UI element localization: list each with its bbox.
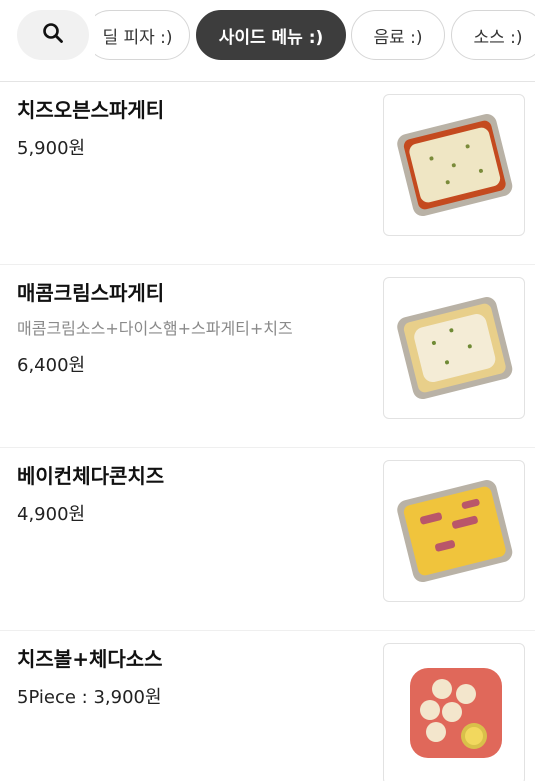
menu-item[interactable]: 베이컨체다콘치즈 4,900원	[0, 448, 535, 631]
tab-label: 사이드 메뉴 :)	[218, 27, 324, 48]
menu-item[interactable]: 치즈오븐스파게티 5,900원	[0, 82, 535, 265]
menu-item-name: 매콤크림스파게티	[17, 281, 165, 305]
tab-label: 딜 피자 :)	[102, 27, 173, 48]
spicy-cream-spaghetti-tray-image	[383, 277, 525, 419]
menu-item-price: 5,900원	[17, 138, 86, 159]
cheese-oven-spaghetti-tray-image	[383, 94, 525, 236]
tab-pizza[interactable]: 딜 피자 :)	[95, 10, 190, 60]
menu-item-name: 치즈볼+체다소스	[17, 647, 163, 671]
cheese-balls-plate-image	[383, 643, 525, 781]
menu-item[interactable]: 매콤크림스파게티 매콤크림소스+다이스햄+스파게티+치즈 6,400원	[0, 265, 535, 448]
tab-label: 소스 :)	[473, 27, 523, 48]
tab-side-menu[interactable]: 사이드 메뉴 :)	[196, 10, 346, 60]
tab-drinks[interactable]: 음료 :)	[351, 10, 445, 60]
menu-item-price: 5Piece : 3,900원	[17, 687, 162, 708]
menu-item[interactable]: 치즈볼+체다소스 5Piece : 3,900원	[0, 631, 535, 781]
search-icon	[42, 22, 64, 48]
tab-sauce[interactable]: 소스 :)	[451, 10, 535, 60]
menu-item-price: 4,900원	[17, 504, 86, 525]
menu-item-name: 베이컨체다콘치즈	[17, 464, 165, 488]
category-nav-bar: 딜 피자 :) 사이드 메뉴 :) 음료 :) 소스 :)	[0, 0, 535, 82]
menu-item-price: 6,400원	[17, 355, 86, 376]
menu-item-name: 치즈오븐스파게티	[17, 98, 165, 122]
search-button[interactable]	[17, 10, 89, 60]
bacon-cheddar-corn-tray-image	[383, 460, 525, 602]
menu-item-description: 매콤크림소스+다이스햄+스파게티+치즈	[17, 319, 293, 338]
tab-label: 음료 :)	[373, 27, 423, 48]
category-tabs: 딜 피자 :) 사이드 메뉴 :) 음료 :) 소스 :)	[95, 10, 535, 60]
